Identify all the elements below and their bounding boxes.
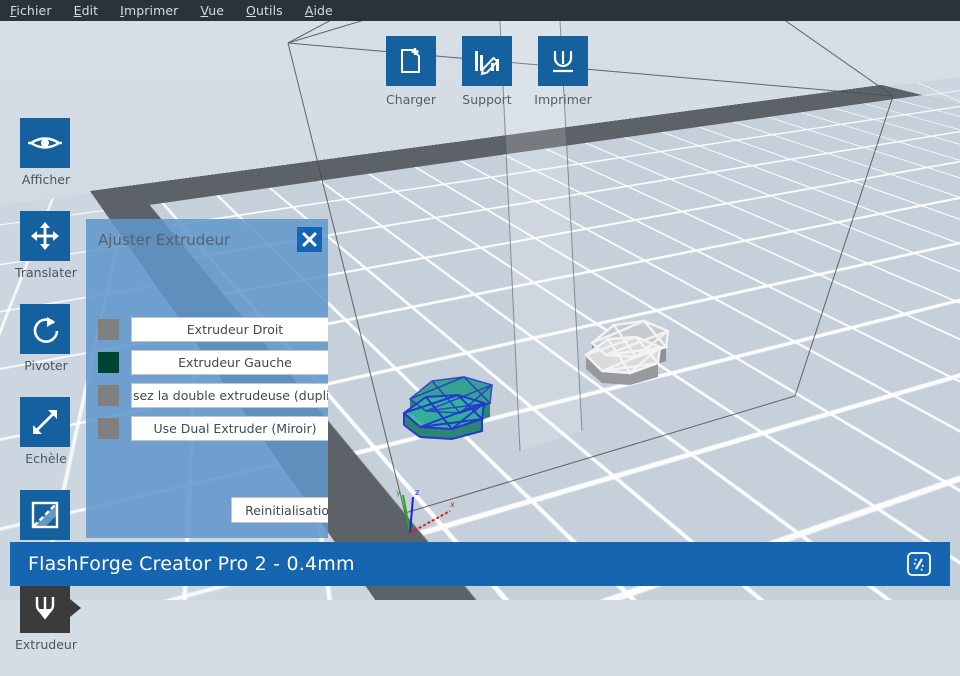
menu-item-vue[interactable]: Vue [200,3,224,18]
tool-caret-extrudeur [70,599,81,617]
extruder-button-left[interactable]: Extrudeur Gauche [131,350,328,375]
top-toolbar: Charger Support Imprimer [384,36,592,107]
color-swatch-mirror[interactable] [98,418,119,439]
axis-label-z: z [415,488,419,497]
tool-extrudeur[interactable]: Extrudeur [15,583,81,652]
toolbar-label-charger: Charger [386,92,436,107]
tool-label-extrudeur: Extrudeur [15,637,77,652]
tool-pivoter[interactable]: Pivoter [20,304,72,373]
reset-button[interactable]: Reinitialisation [231,497,328,523]
menu-rest-edit: dit [81,3,99,18]
move-arrows-icon [20,211,70,261]
axis-label-x: x [450,500,455,509]
extruder-button-mirror[interactable]: Use Dual Extruder (Miroir) [131,416,328,441]
menu-rest-vue: ue [208,3,225,18]
model-selected[interactable] [398,351,508,441]
eye-icon [20,118,70,168]
print-nozzle-icon [538,36,588,86]
menu-rest-outils: utils [256,3,283,18]
menu-bar: Fichier Edit Imprimer Vue Outils Aide [0,0,960,21]
toolbar-button-support[interactable]: Support [460,36,514,107]
tool-label-echele: Echèle [25,451,67,466]
menu-rest-aide: ide [313,3,333,18]
toolbar-label-support: Support [462,92,512,107]
scale-diagonal-icon [20,397,70,447]
menu-item-outils[interactable]: Outils [246,3,283,18]
panel-title: Ajuster Extrudeur [98,231,231,249]
tool-label-afficher: Afficher [21,172,71,187]
color-swatch-left[interactable] [98,352,119,373]
cut-plane-icon [20,490,70,540]
file-add-icon [386,36,436,86]
toolbar-button-charger[interactable]: Charger [384,36,438,107]
extruder-button-right[interactable]: Extrudeur Droit [131,317,328,342]
adjust-extruder-panel: Ajuster Extrudeur Extrudeur Droit Extrud… [86,219,328,538]
axis-label-y: y [396,488,401,497]
toolbar-label-imprimer: Imprimer [534,92,592,107]
tool-translater[interactable]: Translater [15,211,77,280]
tool-echele[interactable]: Echèle [20,397,72,466]
rotate-icon [20,304,70,354]
extruder-row-duplicate[interactable]: Utilisez la double extrudeuse (duplicata… [98,383,328,408]
color-swatch-right[interactable] [98,319,119,340]
menu-item-edit[interactable]: Edit [74,3,99,18]
menu-rest-imprimer: mprimer [123,3,179,18]
extruder-row-right[interactable]: Extrudeur Droit [98,317,328,342]
menu-item-fichier[interactable]: Fichier [10,3,52,18]
close-icon[interactable] [297,227,322,252]
menu-mnemonic-edit: E [73,3,82,18]
tool-label-translater: Translater [15,265,77,280]
tool-label-pivoter: Pivoter [24,358,68,373]
menu-item-aide[interactable]: Aide [305,3,333,18]
printer-profile-label: FlashForge Creator Pro 2 - 0.4mm [28,553,355,575]
axis-gizmo: y z x [396,488,455,534]
status-bar: FlashForge Creator Pro 2 - 0.4mm [10,542,950,586]
menu-rest-fichier: ichier [16,3,52,18]
tool-afficher[interactable]: Afficher [20,118,72,187]
extruder-button-duplicate[interactable]: Utilisez la double extrudeuse (duplicata… [131,383,328,408]
support-pencil-icon [462,36,512,86]
toolbar-button-imprimer[interactable]: Imprimer [534,36,592,107]
extruder-option-list: Extrudeur Droit Extrudeur Gauche Utilise… [98,317,328,449]
extruder-row-mirror[interactable]: Use Dual Extruder (Miroir) [98,416,328,441]
extruder-icon [20,583,70,633]
menu-item-imprimer[interactable]: Imprimer [120,3,178,18]
model-unselected[interactable] [578,309,678,391]
menu-mnemonic-outils: O [246,3,256,18]
extruder-row-left[interactable]: Extrudeur Gauche [98,350,328,375]
color-swatch-duplicate[interactable] [98,385,119,406]
left-toolbar: Afficher Translater Pivoter Echèle Extru… [15,118,81,676]
auto-arrange-wand-icon[interactable] [904,549,934,579]
